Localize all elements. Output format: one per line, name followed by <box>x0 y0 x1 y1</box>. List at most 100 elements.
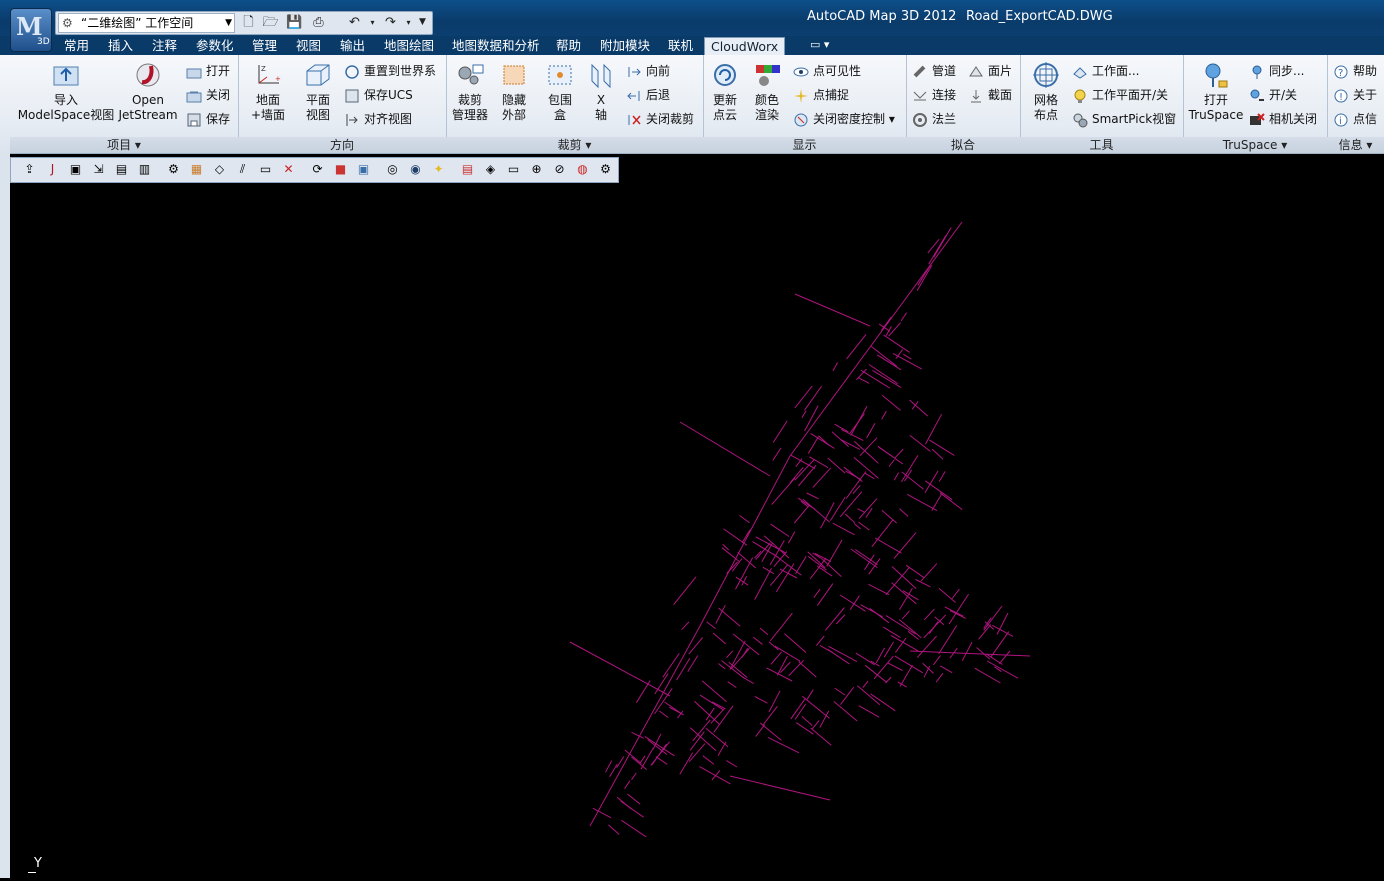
open-folder-icon[interactable]: 🗁 <box>262 14 279 31</box>
save-as-tool-icon[interactable]: ▥ <box>136 161 153 178</box>
save-button[interactable]: 保存 <box>186 110 230 128</box>
application-menu-button[interactable]: M 3D <box>10 8 52 52</box>
help-button[interactable]: ? 帮助 <box>1333 62 1377 80</box>
workplane-toggle-button[interactable]: 工作平面开/关 <box>1072 86 1168 104</box>
open-button[interactable]: 打开 <box>186 62 230 80</box>
ground-walls-button[interactable]: Z + 地面 +墙面 <box>244 61 292 123</box>
close-button[interactable]: 关闭 <box>186 86 230 104</box>
eye-tool-icon[interactable]: ◉ <box>407 161 424 178</box>
refresh-tool-icon[interactable]: ◎ <box>384 161 401 178</box>
connect-button[interactable]: 连接 <box>912 86 956 104</box>
axis-label: 轴 <box>594 108 607 122</box>
tab-output[interactable]: 输出 <box>340 37 365 55</box>
slice-tool-icon[interactable]: ▭ <box>257 161 274 178</box>
camera-off-icon <box>1249 112 1265 128</box>
point-snap-button[interactable]: 点捕捉 <box>793 86 849 104</box>
save-tool-icon[interactable]: ▤ <box>113 161 130 178</box>
drawing-canvas[interactable] <box>10 186 1384 878</box>
align-view-button[interactable]: 对齐视图 <box>344 110 412 128</box>
update-tool-icon[interactable]: ⟳ <box>309 161 326 178</box>
close-clip-tool-icon[interactable]: ✕ <box>280 161 297 178</box>
reset-world-button[interactable]: 重置到世界系 <box>344 62 436 80</box>
workplane-tool-icon[interactable]: ◈ <box>482 161 499 178</box>
tab-addins[interactable]: 附加模块 <box>600 37 650 55</box>
clip-manager-button[interactable]: 裁剪 管理器 <box>448 61 492 123</box>
import-tool-icon[interactable]: ⇪ <box>21 161 38 178</box>
tab-view[interactable]: 视图 <box>296 37 321 55</box>
workspace-dropdown[interactable]: ⚙ “二维绘图” 工作空间 ▼ <box>58 13 235 33</box>
tab-manage[interactable]: 管理 <box>252 37 277 55</box>
eye-icon <box>793 64 809 80</box>
tab-home[interactable]: 常用 <box>64 37 89 55</box>
update-point-cloud-button[interactable]: 更新 点云 <box>705 61 745 123</box>
tab-map-analysis[interactable]: 地图数据和分析 <box>452 37 540 55</box>
tab-help[interactable]: 帮助 <box>556 37 581 55</box>
point-info-button[interactable]: i 点信 <box>1333 110 1377 128</box>
tab-online[interactable]: 联机 <box>668 37 693 55</box>
hide-outside-button[interactable]: 隐藏 外部 <box>494 61 534 123</box>
close-clip-button[interactable]: 关闭裁剪 <box>626 110 694 128</box>
close-tool-icon[interactable]: ⇲ <box>90 161 107 178</box>
back-button[interactable]: 后退 <box>626 86 670 104</box>
open-truspace-button[interactable]: 打开 TruSpace <box>1187 61 1245 123</box>
box-tool-icon[interactable]: ◇ <box>211 161 228 178</box>
camera-off-button[interactable]: 相机关闭 <box>1249 110 1317 128</box>
panel-info: ? 帮助 ! 关于 i 点信 信息 ▾ <box>1327 55 1384 153</box>
import-modelspace-button[interactable]: 导入 ModelSpace视图 <box>16 61 116 123</box>
smartpick-tool-icon[interactable]: ⊕ <box>528 161 545 178</box>
undo-icon[interactable]: ↶ <box>346 14 363 31</box>
section-button[interactable]: 截面 <box>968 86 1012 104</box>
tab-cloudworx[interactable]: CloudWorx <box>704 37 786 56</box>
x-axis-button[interactable]: X 轴 <box>586 61 616 123</box>
patch-button[interactable]: 面片 <box>968 62 1012 80</box>
clip-manager-tool-icon[interactable]: ⚙ <box>165 161 182 178</box>
colormap-tool-icon[interactable]: ▤ <box>459 161 476 178</box>
panel-project-title[interactable]: 项目 ▾ <box>10 137 238 153</box>
save-icon[interactable]: 💾 <box>286 14 303 31</box>
panel-info-title[interactable]: 信息 ▾ <box>1327 137 1384 153</box>
tab-annotate[interactable]: 注释 <box>152 37 177 55</box>
tab-map-drafting[interactable]: 地图绘图 <box>384 37 434 55</box>
redo-icon[interactable]: ↷ <box>382 14 399 31</box>
ribbon-options-icon[interactable]: ▭ ▾ <box>810 38 829 51</box>
panel-clip-title[interactable]: 裁剪 ▾ <box>446 137 703 153</box>
smartpick-button[interactable]: SmartPick视窗 <box>1072 110 1176 128</box>
print-icon[interactable]: ⎙ <box>310 14 327 31</box>
point-visibility-button[interactable]: 点可见性 <box>793 62 861 80</box>
app-title: AutoCAD Map 3D 2012 <box>807 9 957 24</box>
new-file-icon[interactable]: 🗋 <box>240 14 257 31</box>
about-button[interactable]: ! 关于 <box>1333 86 1377 104</box>
render-tool-icon[interactable]: ▣ <box>355 161 372 178</box>
customize-qat-icon[interactable]: ▼ <box>414 14 431 31</box>
section-tool-icon[interactable]: ⊘ <box>551 161 568 178</box>
sync-button[interactable]: 同步... <box>1249 62 1304 80</box>
undo-dropdown-icon[interactable]: ▾ <box>364 14 381 31</box>
snap-tool-icon[interactable]: ✦ <box>430 161 447 178</box>
workspace-label: “二维绘图” 工作空间 <box>81 16 194 30</box>
tab-insert[interactable]: 插入 <box>108 37 133 55</box>
pipe-icon <box>912 64 928 80</box>
plan-view-button[interactable]: 平面 视图 <box>296 61 340 123</box>
open-jetstream-button[interactable]: Open JetStream <box>118 61 178 123</box>
grid-points-button[interactable]: 网格 布点 <box>1024 61 1068 123</box>
density-control-button[interactable]: 关闭密度控制 ▾ <box>793 110 895 128</box>
color-render-button[interactable]: 颜色 渲染 <box>747 61 787 123</box>
jetstream-tool-icon[interactable]: J <box>44 161 61 178</box>
save-ucs-button[interactable]: 保存UCS <box>344 86 413 104</box>
bounding-box-button[interactable]: 包围 盒 <box>540 61 580 123</box>
color-tool-icon[interactable]: ■ <box>332 161 349 178</box>
workplane-button[interactable]: 工作面... <box>1072 62 1139 80</box>
pipe-button[interactable]: 管道 <box>912 62 956 80</box>
flange-button[interactable]: 法兰 <box>912 110 956 128</box>
forward-button[interactable]: 向前 <box>626 62 670 80</box>
settings-tool-icon[interactable]: ⚙ <box>597 161 614 178</box>
flange-text: 法兰 <box>932 112 957 126</box>
tab-parametric[interactable]: 参数化 <box>196 37 234 55</box>
panel-truspace-title[interactable]: TruSpace ▾ <box>1183 137 1327 153</box>
open-tool-icon[interactable]: ▣ <box>67 161 84 178</box>
hide-outside-tool-icon[interactable]: ▦ <box>188 161 205 178</box>
x-axis-tool-icon[interactable]: ⫽ <box>234 161 251 178</box>
view-tool-icon[interactable]: ▭ <box>505 161 522 178</box>
camera-tool-icon[interactable]: ◍ <box>574 161 591 178</box>
truspace-toggle-button[interactable]: 开/关 <box>1249 86 1297 104</box>
